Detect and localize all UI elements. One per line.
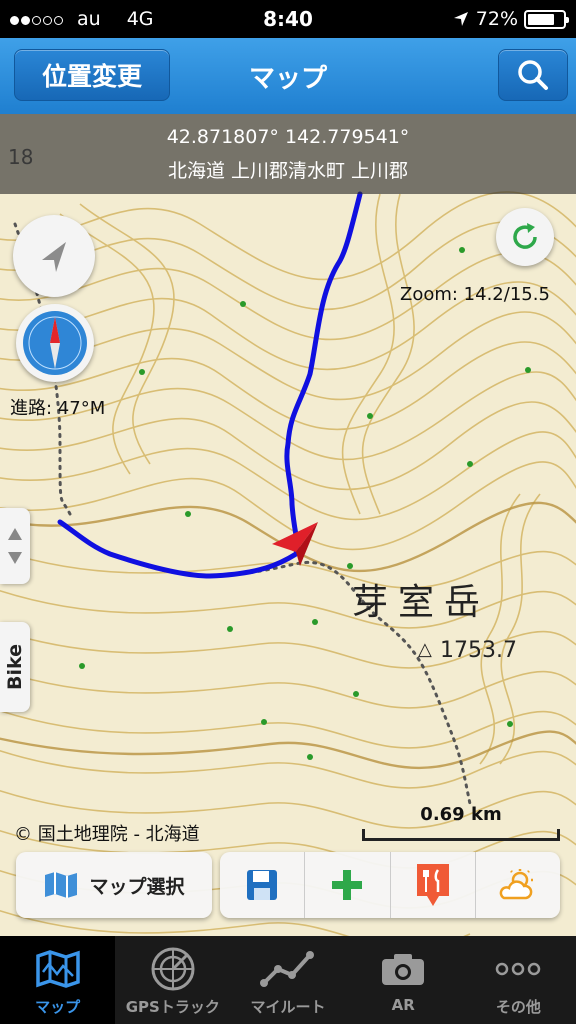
copyright-text: © 国土地理院 - 北海道 bbox=[14, 824, 200, 845]
tab-ar-label: AR bbox=[391, 996, 415, 1014]
search-button[interactable] bbox=[498, 49, 568, 101]
tab-more[interactable]: その他 bbox=[461, 936, 576, 1024]
refresh-button[interactable] bbox=[496, 208, 554, 266]
bike-mode-tab[interactable]: Bike bbox=[0, 622, 30, 712]
zoom-level-text: Zoom: 14.2/15.5 bbox=[400, 284, 550, 305]
restaurant-icon bbox=[416, 864, 449, 906]
tab-more-label: その他 bbox=[495, 998, 541, 1016]
camera-icon bbox=[382, 954, 425, 985]
location-arrow-icon bbox=[453, 12, 468, 26]
tab-gps-track[interactable]: GPSトラック bbox=[115, 936, 230, 1024]
navigation-bar: 位置変更 マップ bbox=[0, 38, 576, 114]
peak-name: 芽室岳 bbox=[352, 582, 490, 623]
page-title: マップ bbox=[248, 64, 327, 94]
svg-text:△: △ bbox=[418, 639, 432, 660]
battery-icon bbox=[524, 9, 569, 29]
restaurant-button[interactable] bbox=[391, 852, 476, 918]
compass-icon bbox=[23, 311, 87, 375]
tab-gps-track-label: GPSトラック bbox=[125, 998, 220, 1016]
battery-percent: 72% bbox=[475, 8, 518, 30]
add-icon bbox=[332, 870, 363, 900]
save-button[interactable] bbox=[220, 852, 306, 918]
search-icon bbox=[518, 60, 548, 90]
weather-icon bbox=[499, 869, 533, 900]
save-icon bbox=[247, 870, 278, 900]
navigation-arrow-icon bbox=[42, 242, 66, 272]
tab-map-label: マップ bbox=[35, 998, 81, 1016]
tab-ar[interactable]: AR bbox=[346, 936, 461, 1024]
tab-bar: マップ GPSトラック マイルート AR その他 bbox=[0, 936, 576, 1024]
weather-button[interactable] bbox=[476, 852, 560, 918]
gps-track bbox=[57, 191, 363, 579]
radar-icon bbox=[151, 947, 195, 991]
heading-text: 進路: 47°M bbox=[10, 398, 106, 419]
tab-map[interactable]: マップ bbox=[0, 936, 116, 1024]
add-button[interactable] bbox=[305, 852, 391, 918]
peak-elevation: 1753.7 bbox=[440, 638, 517, 663]
peak-label: 芽室岳 △ 1753.7 bbox=[352, 582, 517, 663]
tab-my-route[interactable]: マイルート bbox=[230, 936, 345, 1024]
map-view[interactable]: 18 芽室岳 △ 1753.7 42.871807° 142.779541° 北… bbox=[0, 114, 576, 936]
more-icon bbox=[496, 962, 541, 976]
up-down-arrows-icon bbox=[8, 528, 22, 564]
scale-line bbox=[362, 829, 560, 841]
map-select-label: マップ選択 bbox=[89, 875, 185, 898]
coordinates-text: 42.871807° 142.779541° bbox=[166, 126, 410, 148]
locate-button[interactable] bbox=[13, 215, 95, 297]
scale-bar: 0.69 km bbox=[362, 804, 560, 841]
map-select-button[interactable]: マップ選択 bbox=[16, 852, 212, 918]
bike-mode-label: Bike bbox=[4, 643, 27, 691]
tab-my-route-label: マイルート bbox=[250, 998, 326, 1016]
address-text: 北海道 上川郡清水町 上川郡 bbox=[167, 160, 409, 182]
refresh-icon bbox=[513, 223, 537, 249]
route-icon bbox=[260, 951, 314, 987]
map-icon bbox=[45, 872, 78, 898]
compass-button[interactable] bbox=[16, 304, 94, 382]
scale-label: 0.69 km bbox=[420, 804, 502, 825]
layer-toggle-button[interactable] bbox=[0, 508, 30, 584]
status-bar: au 4G 8:40 72% bbox=[0, 0, 576, 38]
change-location-button[interactable]: 位置変更 bbox=[14, 49, 170, 101]
map-icon bbox=[35, 950, 80, 988]
location-info-bar: 42.871807° 142.779541° 北海道 上川郡清水町 上川郡 bbox=[0, 114, 576, 194]
action-toolbar bbox=[220, 852, 560, 918]
